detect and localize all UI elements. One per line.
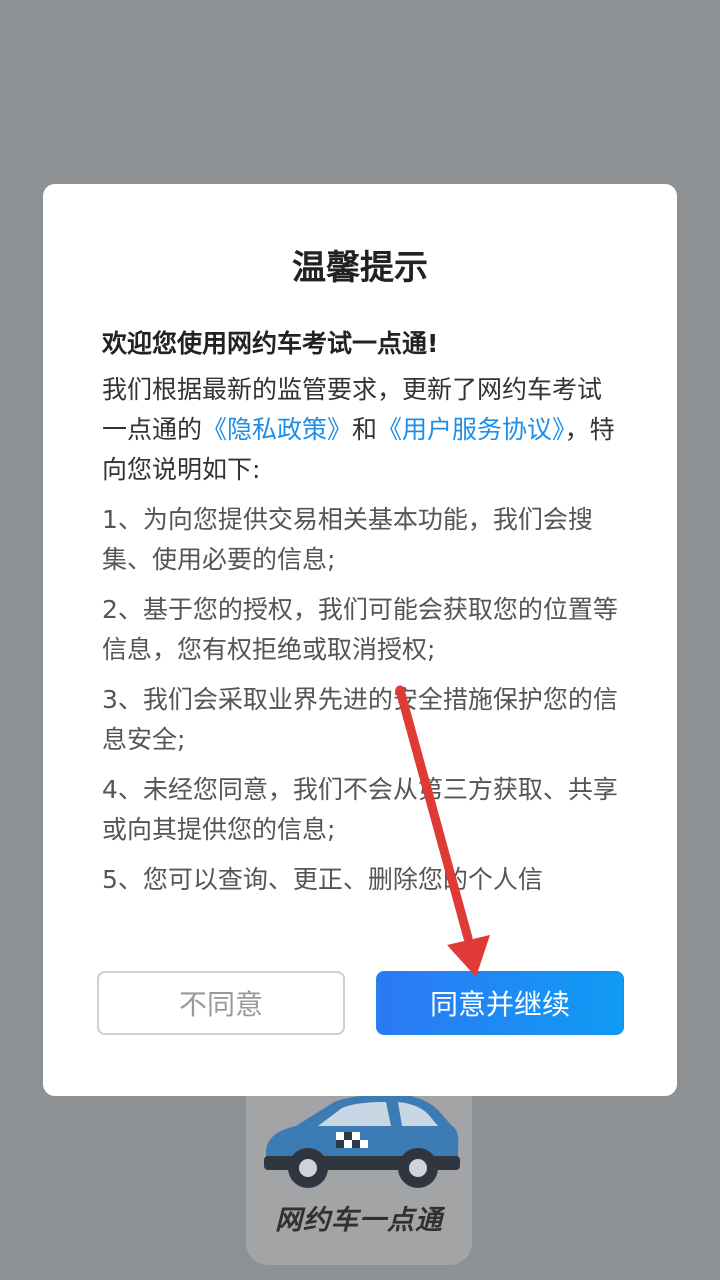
list-item: 4、未经您同意，我们不会从第三方获取、共享或向其提供您的信息; — [102, 775, 618, 844]
privacy-policy-link[interactable]: 《隐私政策》 — [202, 415, 352, 444]
agree-continue-button[interactable]: 同意并继续 — [376, 971, 624, 1035]
intro-text: 我们根据最新的监管要求，更新了网约车考试一点通的《隐私政策》和《用户服务协议》，… — [102, 370, 622, 490]
intro-and: 和 — [352, 415, 378, 444]
user-agreement-link[interactable]: 《用户服务协议》 — [377, 415, 565, 444]
list-item: 5、您可以查询、更正、删除您的个人信 — [102, 865, 543, 894]
welcome-text: 欢迎您使用网约车考试一点通! — [102, 329, 439, 358]
dialog-content[interactable]: 欢迎您使用网约车考试一点通! 我们根据最新的监管要求，更新了网约车考试一点通的《… — [102, 324, 622, 910]
taxi-car-icon — [264, 1080, 460, 1188]
disagree-button[interactable]: 不同意 — [97, 971, 345, 1035]
app-logo-text: 网约车一点通 — [275, 1205, 443, 1236]
list-item: 2、基于您的授权，我们可能会获取您的位置等信息，您有权拒绝或取消授权; — [102, 595, 618, 664]
privacy-dialog: 温馨提示 欢迎您使用网约车考试一点通! 我们根据最新的监管要求，更新了网约车考试… — [43, 184, 677, 1096]
list-item: 3、我们会采取业界先进的安全措施保护您的信息安全; — [102, 685, 618, 754]
list-item: 1、为向您提供交易相关基本功能，我们会搜集、使用必要的信息; — [102, 505, 593, 574]
dialog-title: 温馨提示 — [292, 248, 428, 288]
